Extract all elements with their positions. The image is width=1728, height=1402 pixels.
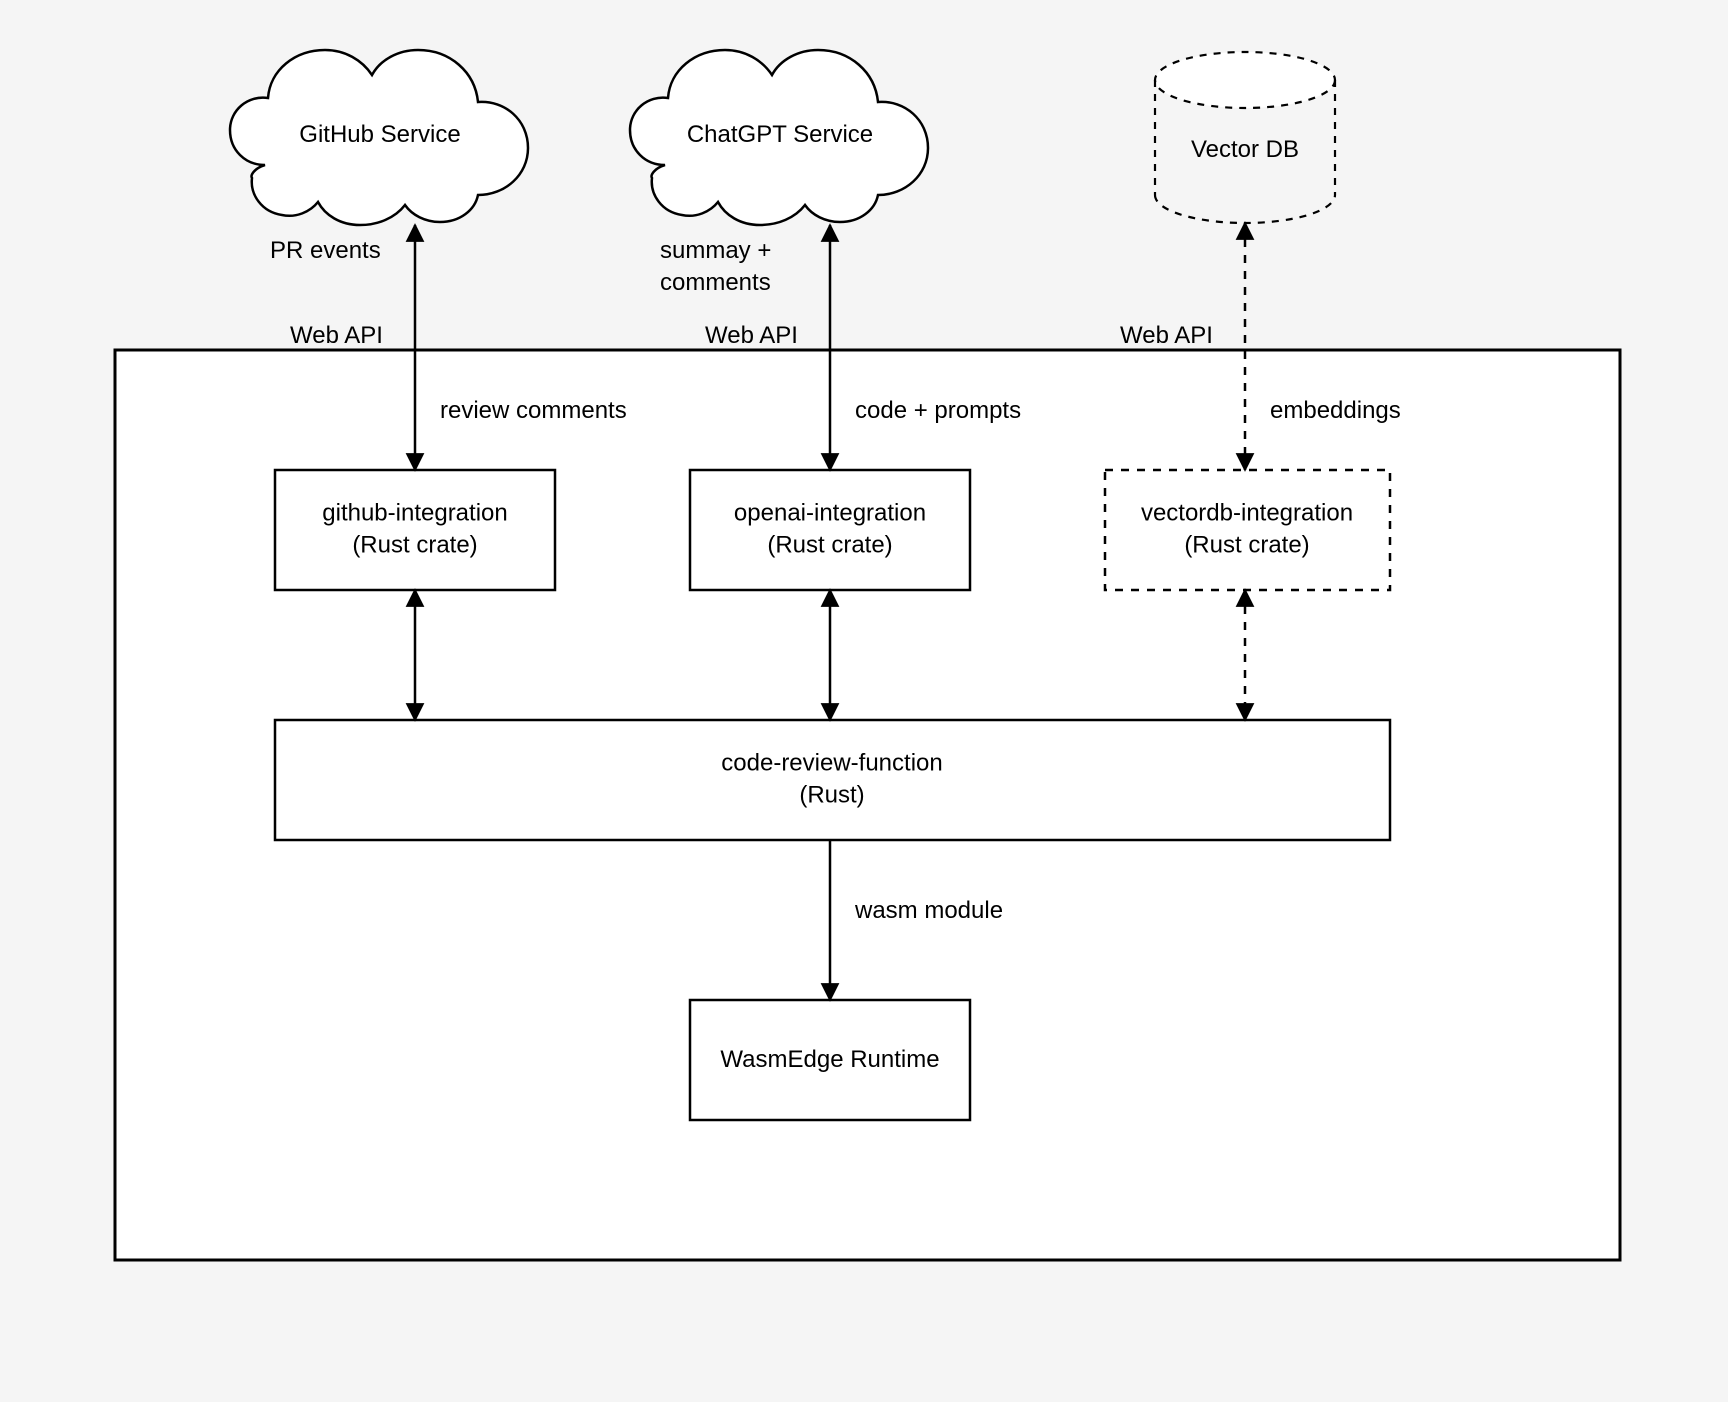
label-summary-line2: comments bbox=[660, 269, 771, 296]
label-github-crate-line1: github-integration bbox=[322, 500, 507, 527]
label-summary-line1: summay + bbox=[660, 237, 771, 264]
label-core-line2: (Rust) bbox=[799, 782, 864, 809]
label-github-crate-line2: (Rust crate) bbox=[352, 532, 477, 559]
label-vectordb-crate-line1: vectordb-integration bbox=[1141, 500, 1353, 527]
label-openai-crate-line1: openai-integration bbox=[734, 500, 926, 527]
label-github-crate: github-integration (Rust crate) bbox=[322, 498, 507, 563]
label-review-comments: review comments bbox=[440, 395, 627, 427]
label-pr-events: PR events bbox=[270, 235, 381, 267]
label-vectordb-service: Vector DB bbox=[1191, 134, 1299, 166]
label-core-function: code-review-function (Rust) bbox=[721, 748, 942, 813]
label-vectordb-crate-line2: (Rust crate) bbox=[1184, 532, 1309, 559]
diagram-canvas: GitHub Service ChatGPT Service Vector DB… bbox=[0, 0, 1728, 1402]
label-embeddings: embeddings bbox=[1270, 395, 1401, 427]
label-github-service: GitHub Service bbox=[299, 119, 460, 151]
label-runtime: WasmEdge Runtime bbox=[720, 1044, 939, 1076]
label-web-api-2: Web API bbox=[705, 320, 798, 352]
label-wasm-module: wasm module bbox=[855, 895, 1003, 927]
label-vectordb-crate: vectordb-integration (Rust crate) bbox=[1141, 498, 1353, 563]
label-core-line1: code-review-function bbox=[721, 750, 942, 777]
label-chatgpt-service: ChatGPT Service bbox=[687, 119, 873, 151]
label-web-api-1: Web API bbox=[290, 320, 383, 352]
label-openai-crate: openai-integration (Rust crate) bbox=[734, 498, 926, 563]
label-summary-comments: summay + comments bbox=[660, 235, 771, 300]
label-code-prompts: code + prompts bbox=[855, 395, 1021, 427]
label-openai-crate-line2: (Rust crate) bbox=[767, 532, 892, 559]
label-web-api-3: Web API bbox=[1120, 320, 1213, 352]
